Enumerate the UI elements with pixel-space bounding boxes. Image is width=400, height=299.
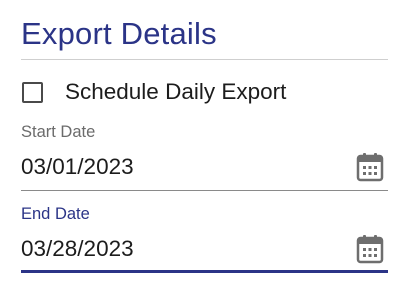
export-details-panel: Export Details Schedule Daily Export Sta… <box>0 0 400 299</box>
end-date-input[interactable] <box>21 232 351 266</box>
section-title: Export Details <box>21 16 217 51</box>
start-date-input[interactable] <box>21 150 351 184</box>
end-date-underline <box>21 270 388 273</box>
calendar-icon[interactable] <box>356 234 384 264</box>
schedule-daily-export-option[interactable]: Schedule Daily Export <box>21 77 286 107</box>
calendar-icon[interactable] <box>356 152 384 182</box>
title-divider <box>21 59 388 60</box>
schedule-daily-export-checkbox[interactable] <box>22 81 43 103</box>
end-date-label: End Date <box>21 205 90 223</box>
start-date-underline <box>21 190 388 191</box>
start-date-label: Start Date <box>21 123 96 141</box>
schedule-daily-export-label[interactable]: Schedule Daily Export <box>65 77 286 107</box>
